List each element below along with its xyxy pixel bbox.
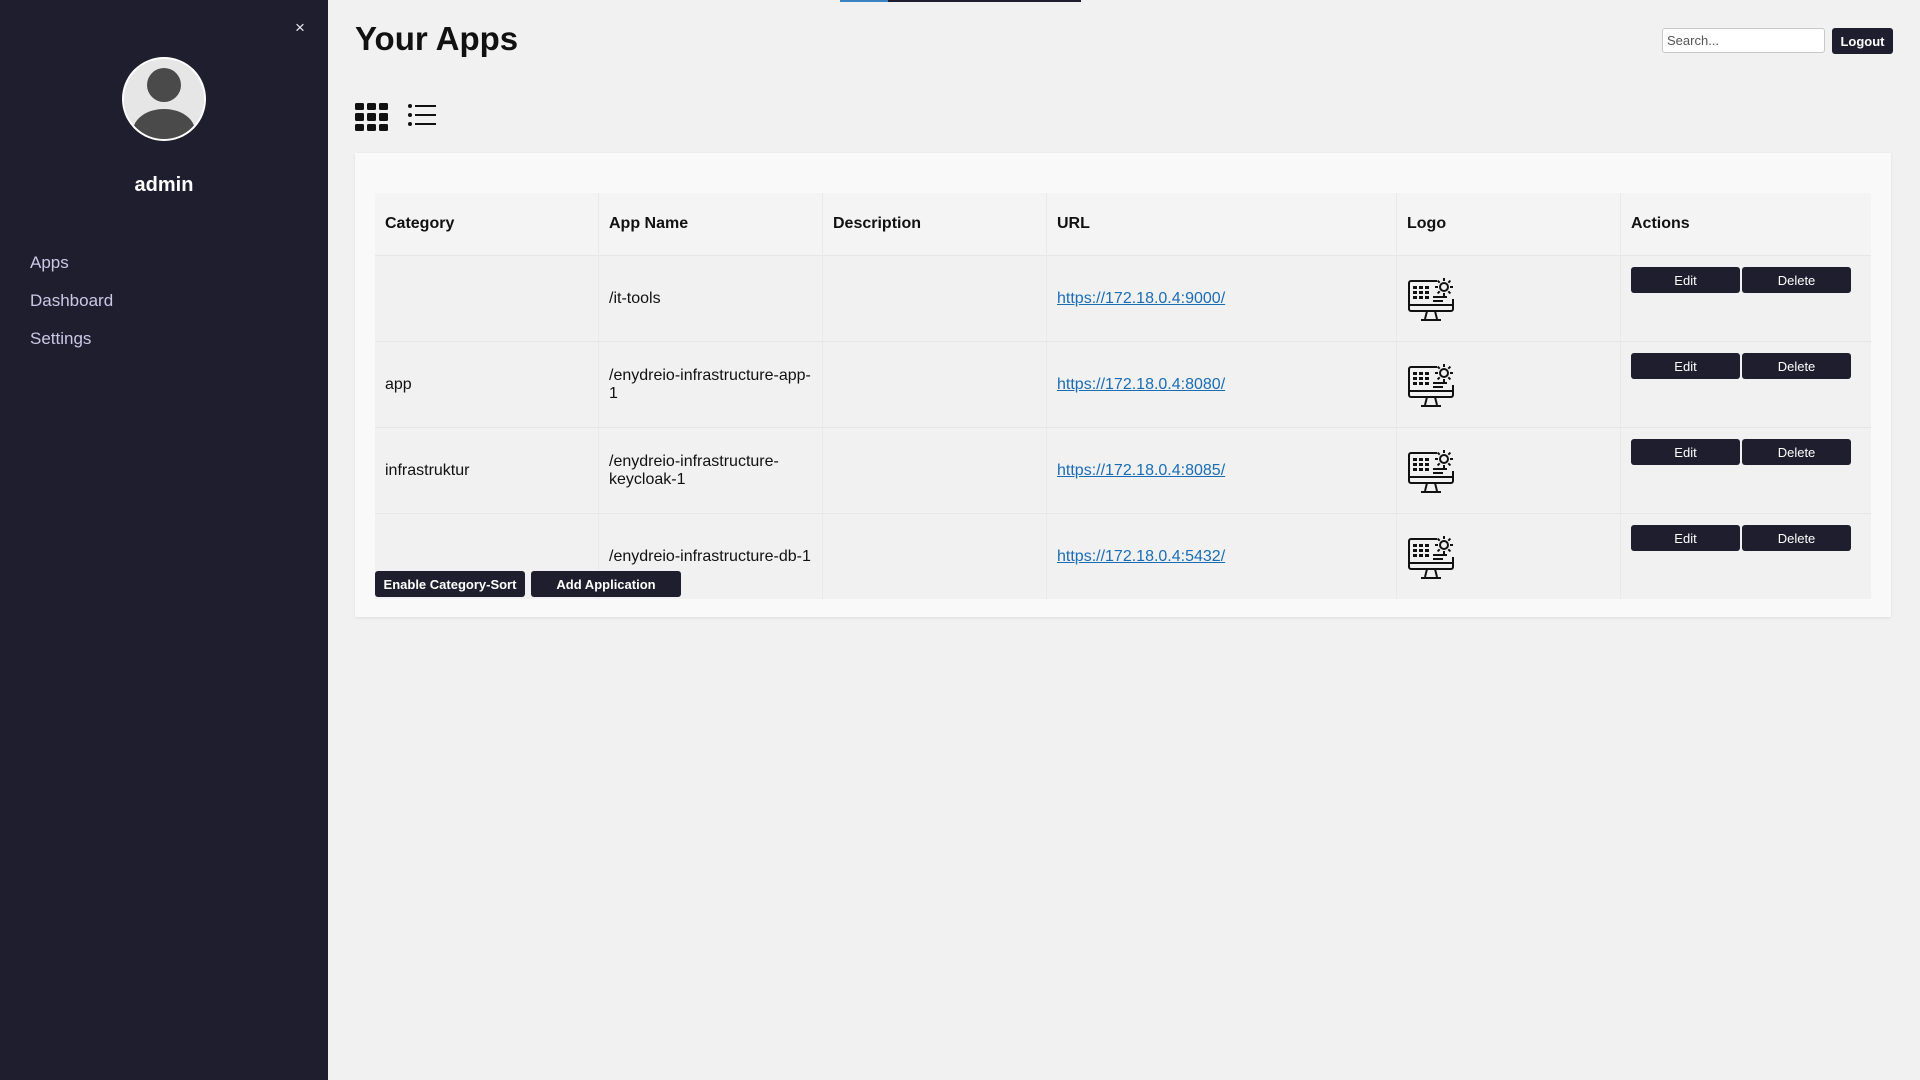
apps-table: Category App Name Description URL Logo A… (375, 193, 1871, 599)
table-header-row: Category App Name Description URL Logo A… (375, 193, 1871, 255)
column-header-description: Description (823, 193, 1047, 255)
cell-description (823, 513, 1047, 599)
logout-button[interactable]: Logout (1832, 28, 1893, 54)
cell-description (823, 255, 1047, 341)
close-sidebar-button[interactable]: × (292, 18, 308, 38)
app-url-link[interactable]: https://172.18.0.4:9000/ (1057, 290, 1225, 307)
page-title: Your Apps (355, 20, 519, 57)
cell-actions: Edit Delete (1621, 427, 1871, 513)
user-icon (124, 59, 204, 139)
cell-actions: Edit Delete (1621, 513, 1871, 599)
sidebar: × admin Apps Dashboard Settings (0, 0, 328, 1080)
sidebar-item-apps[interactable]: Apps (30, 252, 113, 290)
cell-description (823, 427, 1047, 513)
column-header-actions: Actions (1621, 193, 1871, 255)
search-input[interactable] (1662, 28, 1825, 53)
cell-logo (1397, 427, 1621, 513)
cell-category: infrastruktur (375, 427, 599, 513)
sidebar-item-settings[interactable]: Settings (30, 328, 113, 366)
cell-url: https://172.18.0.4:8080/ (1047, 341, 1397, 427)
sidebar-nav: Apps Dashboard Settings (30, 252, 113, 366)
delete-button[interactable]: Delete (1742, 525, 1851, 551)
cell-category: app (375, 341, 599, 427)
app-url-link[interactable]: https://172.18.0.4:8085/ (1057, 462, 1225, 479)
edit-button[interactable]: Edit (1631, 439, 1740, 465)
cell-logo (1397, 255, 1621, 341)
cell-app-name: /enydreio-infrastructure-keycloak-1 (599, 427, 823, 513)
edit-button[interactable]: Edit (1631, 353, 1740, 379)
monitor-gear-icon (1407, 447, 1610, 495)
delete-button[interactable]: Delete (1742, 439, 1851, 465)
column-header-app-name: App Name (599, 193, 823, 255)
table-footer: Enable Category-Sort Add Application (375, 571, 681, 597)
app-url-link[interactable]: https://172.18.0.4:8080/ (1057, 376, 1225, 393)
cell-app-name: /it-tools (599, 255, 823, 341)
column-header-logo: Logo (1397, 193, 1621, 255)
sidebar-item-dashboard[interactable]: Dashboard (30, 290, 113, 328)
cell-logo (1397, 513, 1621, 599)
cell-description (823, 341, 1047, 427)
cell-logo (1397, 341, 1621, 427)
grid-view-icon[interactable] (355, 103, 388, 131)
table-row: app /enydreio-infrastructure-app-1 https… (375, 341, 1871, 427)
cell-url: https://172.18.0.4:5432/ (1047, 513, 1397, 599)
top-edge-bar (840, 0, 1081, 2)
view-toggle (355, 103, 441, 131)
column-header-url: URL (1047, 193, 1397, 255)
table-row: /it-tools https://172.18.0.4:9000/ Edit D… (375, 255, 1871, 341)
monitor-gear-icon (1407, 275, 1610, 323)
cell-url: https://172.18.0.4:8085/ (1047, 427, 1397, 513)
edit-button[interactable]: Edit (1631, 267, 1740, 293)
delete-button[interactable]: Delete (1742, 353, 1851, 379)
cell-category (375, 255, 599, 341)
monitor-gear-icon (1407, 533, 1610, 581)
monitor-gear-icon (1407, 361, 1610, 409)
apps-card: Category App Name Description URL Logo A… (355, 153, 1891, 617)
username: admin (134, 174, 194, 196)
cell-actions: Edit Delete (1621, 341, 1871, 427)
edit-button[interactable]: Edit (1631, 525, 1740, 551)
delete-button[interactable]: Delete (1742, 267, 1851, 293)
enable-category-sort-button[interactable]: Enable Category-Sort (375, 571, 525, 597)
table-row: infrastruktur /enydreio-infrastructure-k… (375, 427, 1871, 513)
avatar (122, 57, 206, 141)
column-header-category: Category (375, 193, 599, 255)
app-url-link[interactable]: https://172.18.0.4:5432/ (1057, 548, 1225, 565)
list-view-icon[interactable] (408, 103, 441, 131)
cell-actions: Edit Delete (1621, 255, 1871, 341)
add-application-button[interactable]: Add Application (531, 571, 681, 597)
cell-url: https://172.18.0.4:9000/ (1047, 255, 1397, 341)
cell-app-name: /enydreio-infrastructure-app-1 (599, 341, 823, 427)
